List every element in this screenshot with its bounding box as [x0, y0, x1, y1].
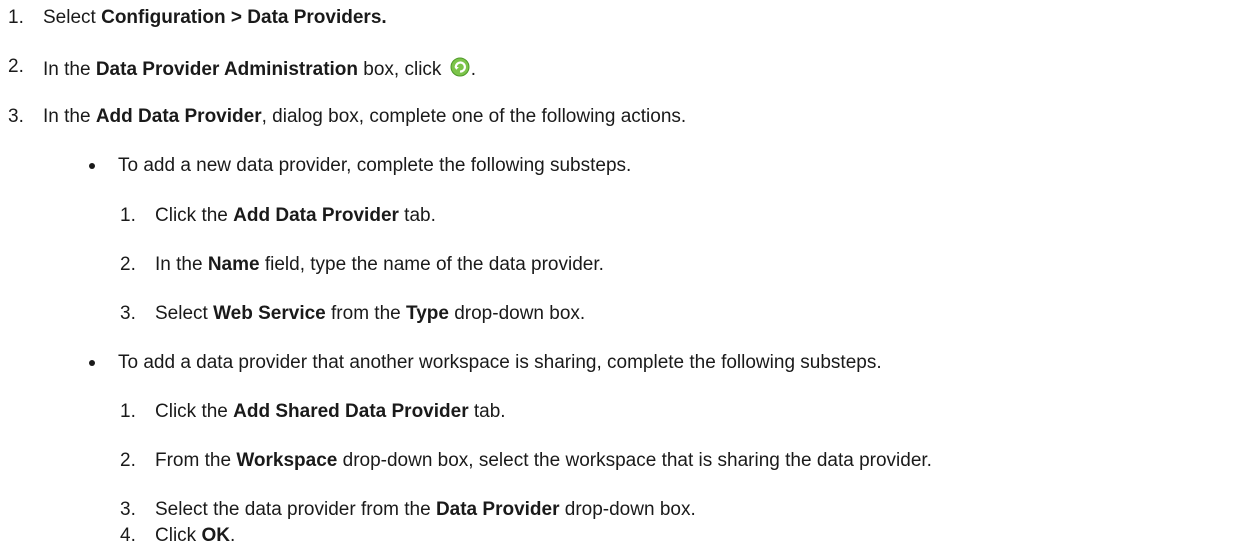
step-3-text-part: In the	[43, 106, 96, 127]
bullet-1-substep-1-text: Click the Add Data Provider tab.	[155, 205, 436, 227]
step-1-text: Select Configuration > Data Providers.	[43, 7, 387, 29]
step-2-text: In the Data Provider Administration box,…	[43, 56, 476, 81]
bullet-2-marker	[89, 360, 95, 366]
substep-text-part: drop-down box, select the workspace that…	[337, 450, 932, 471]
add-refresh-icon	[449, 56, 471, 78]
step-2-number: 2.	[8, 56, 24, 77]
step-3-text-part: , dialog box, complete one of the follow…	[261, 106, 687, 127]
bullet-1-substep-2-text: In the Name field, type the name of the …	[155, 254, 604, 276]
bullet-1-text: To add a new data provider, complete the…	[118, 155, 632, 176]
bullet-1-substep-3-number: 3.	[120, 303, 136, 324]
substep-text-part: field, type the name of the data provide…	[259, 254, 604, 275]
step-1-number: 1.	[8, 7, 24, 28]
step-1-text-part: Select	[43, 7, 102, 28]
step-3-number: 3.	[8, 106, 24, 127]
substep-text-part: Click the	[155, 205, 234, 226]
substep-text-part: drop-down box.	[448, 303, 586, 324]
bullet-1-substep-2-number: 2.	[120, 254, 136, 275]
bullet-2-text: To add a data provider that another work…	[118, 352, 882, 373]
substep-option-name: Web Service	[213, 303, 326, 324]
bullet-1-substep-3-text: Select Web Service from the Type drop-do…	[155, 303, 585, 325]
step-3-dialog-name: Add Data Provider	[95, 106, 262, 127]
step-3-text: In the Add Data Provider, dialog box, co…	[43, 106, 686, 128]
step-2-period: .	[470, 59, 476, 80]
substep-field-name: Workspace	[236, 450, 338, 471]
substep-text-part: tab.	[398, 205, 436, 226]
substep-text-part: Select the data provider from the	[155, 499, 436, 520]
substep-text-part: drop-down box.	[559, 499, 696, 520]
substep-tab-name: Add Shared Data Provider	[233, 401, 469, 422]
substep-field-name: Type	[406, 303, 449, 324]
bullet-1-substep-1-number: 1.	[120, 205, 136, 226]
bullet-2-substep-2-number: 2.	[120, 450, 136, 471]
bullet-1-marker	[89, 163, 95, 169]
substep-text-part: In the	[155, 254, 208, 275]
step-2-text-part: box, click	[358, 59, 447, 80]
step-2-box-name: Data Provider Administration	[95, 59, 359, 80]
bullet-2-substep-3-text: Select the data provider from the Data P…	[155, 499, 696, 521]
bullet-2-substep-2-text: From the Workspace drop-down box, select…	[155, 450, 932, 472]
substep-text-part: Click the	[155, 401, 234, 422]
substep-text-part: tab.	[468, 401, 506, 422]
bullet-2-substep-1-number: 1.	[120, 401, 136, 422]
substep-field-name: Data Provider	[435, 499, 560, 520]
substep-tab-name: Add Data Provider	[233, 205, 399, 226]
bullet-2-substep-3-number: 3.	[120, 499, 136, 520]
substep-field-name: Name	[207, 254, 260, 275]
substep-button-name: OK	[201, 525, 230, 546]
bullet-2-substep-1-text: Click the Add Shared Data Provider tab.	[155, 401, 506, 423]
substep-text-part: From the	[155, 450, 237, 471]
step-2-text-part: In the	[43, 59, 96, 80]
step-1-menu-path: Configuration > Data Providers.	[101, 7, 387, 28]
bullet-2-substep-4-text: Click OK.	[155, 525, 235, 547]
bullet-2-substep-4-number: 4.	[120, 525, 136, 546]
substep-text-part: Click	[155, 525, 202, 546]
substep-text-part: .	[229, 525, 236, 546]
substep-text-part: from the	[325, 303, 406, 324]
substep-text-part: Select	[155, 303, 214, 324]
